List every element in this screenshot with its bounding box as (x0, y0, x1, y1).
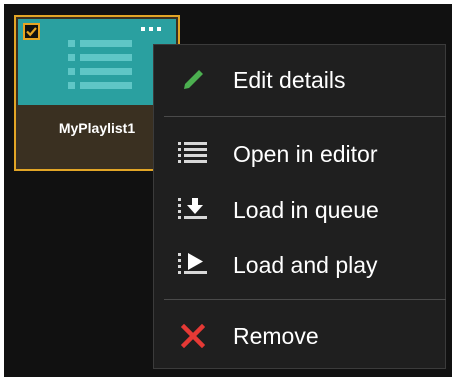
menu-separator (164, 299, 446, 300)
menu-item-remove[interactable]: Remove (154, 313, 445, 359)
more-options-button[interactable] (138, 21, 164, 37)
screen: MyPlaylist1 Edit details Open in editor … (0, 0, 458, 381)
pencil-icon (178, 65, 208, 95)
menu-item-edit-details[interactable]: Edit details (154, 57, 445, 103)
menu-separator (164, 116, 446, 117)
context-menu: Edit details Open in editor Load in queu… (153, 44, 446, 369)
menu-item-label: Load in queue (233, 196, 379, 223)
menu-item-label: Remove (233, 322, 319, 349)
menu-item-label: Edit details (233, 66, 346, 93)
menu-item-label: Open in editor (233, 140, 378, 167)
checkmark-icon (26, 27, 37, 37)
playlist-list-icon (68, 40, 132, 89)
playlist-select-checkbox[interactable] (23, 23, 40, 40)
menu-item-load-in-queue[interactable]: Load in queue (154, 187, 445, 233)
list-icon (178, 139, 208, 169)
menu-item-label: Load and play (233, 251, 378, 278)
load-and-play-icon (178, 250, 208, 280)
more-options-icon (141, 27, 161, 31)
load-in-queue-icon (178, 195, 208, 225)
menu-item-load-and-play[interactable]: Load and play (154, 242, 445, 288)
close-x-icon (178, 321, 208, 351)
menu-item-open-in-editor[interactable]: Open in editor (154, 131, 445, 177)
